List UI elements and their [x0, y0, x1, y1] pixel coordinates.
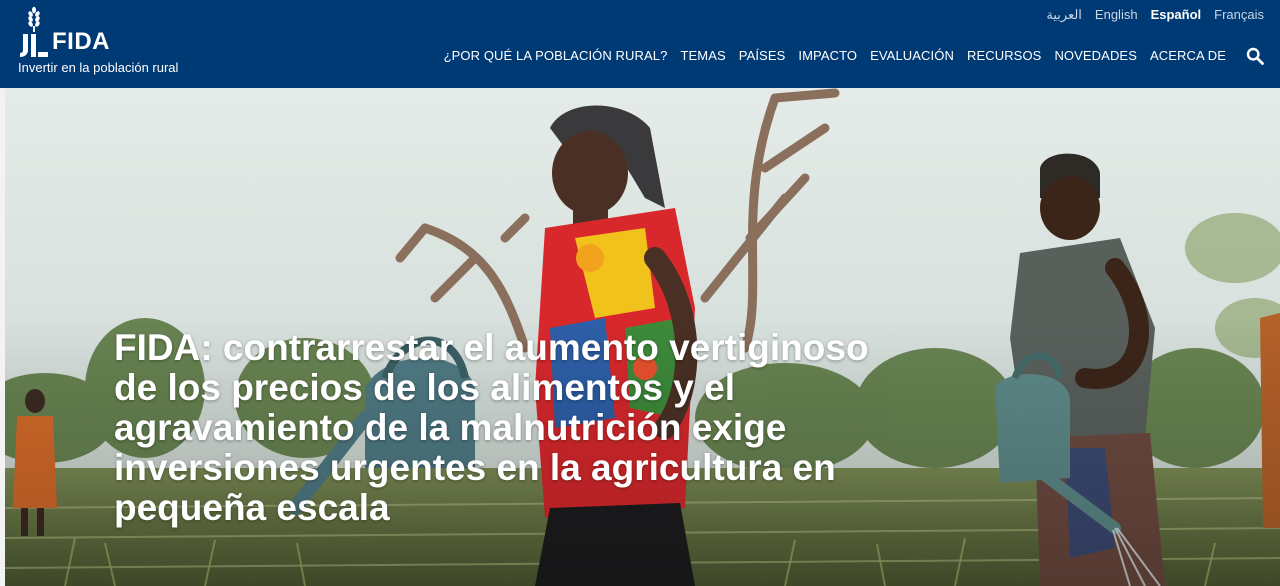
- language-switcher: العربية English Español Français: [1046, 7, 1264, 23]
- site-header: FIDA Invertir en la población rural العر…: [0, 0, 1280, 88]
- lang-french[interactable]: Français: [1214, 7, 1264, 23]
- hero-banner[interactable]: FIDA: contrarrestar el aumento vertigino…: [0, 88, 1280, 586]
- nav-item-countries[interactable]: PAÍSES: [739, 48, 786, 64]
- lang-arabic[interactable]: العربية: [1046, 7, 1082, 23]
- logo-wordmark: FIDA: [52, 28, 110, 55]
- logo-link[interactable]: FIDA Invertir en la población rural: [18, 6, 178, 75]
- main-nav: ¿POR QUÉ LA POBLACIÓN RURAL? TEMAS PAÍSE…: [444, 48, 1226, 64]
- nav-item-why-rural[interactable]: ¿POR QUÉ LA POBLACIÓN RURAL?: [444, 48, 668, 64]
- ifad-wheat-logo-icon: [20, 6, 48, 57]
- nav-item-topics[interactable]: TEMAS: [680, 48, 725, 64]
- nav-item-about[interactable]: ACERCA DE: [1150, 48, 1226, 64]
- lang-spanish[interactable]: Español: [1151, 7, 1202, 23]
- site-tagline: Invertir en la población rural: [18, 60, 179, 75]
- nav-item-resources[interactable]: RECURSOS: [967, 48, 1041, 64]
- lang-english[interactable]: English: [1095, 7, 1138, 23]
- nav-item-news[interactable]: NOVEDADES: [1054, 48, 1137, 64]
- search-icon[interactable]: [1246, 47, 1264, 65]
- nav-item-evaluation[interactable]: EVALUACIÓN: [870, 48, 954, 64]
- nav-item-impact[interactable]: IMPACTO: [798, 48, 857, 64]
- hero-headline[interactable]: FIDA: contrarrestar el aumento vertigino…: [114, 328, 874, 528]
